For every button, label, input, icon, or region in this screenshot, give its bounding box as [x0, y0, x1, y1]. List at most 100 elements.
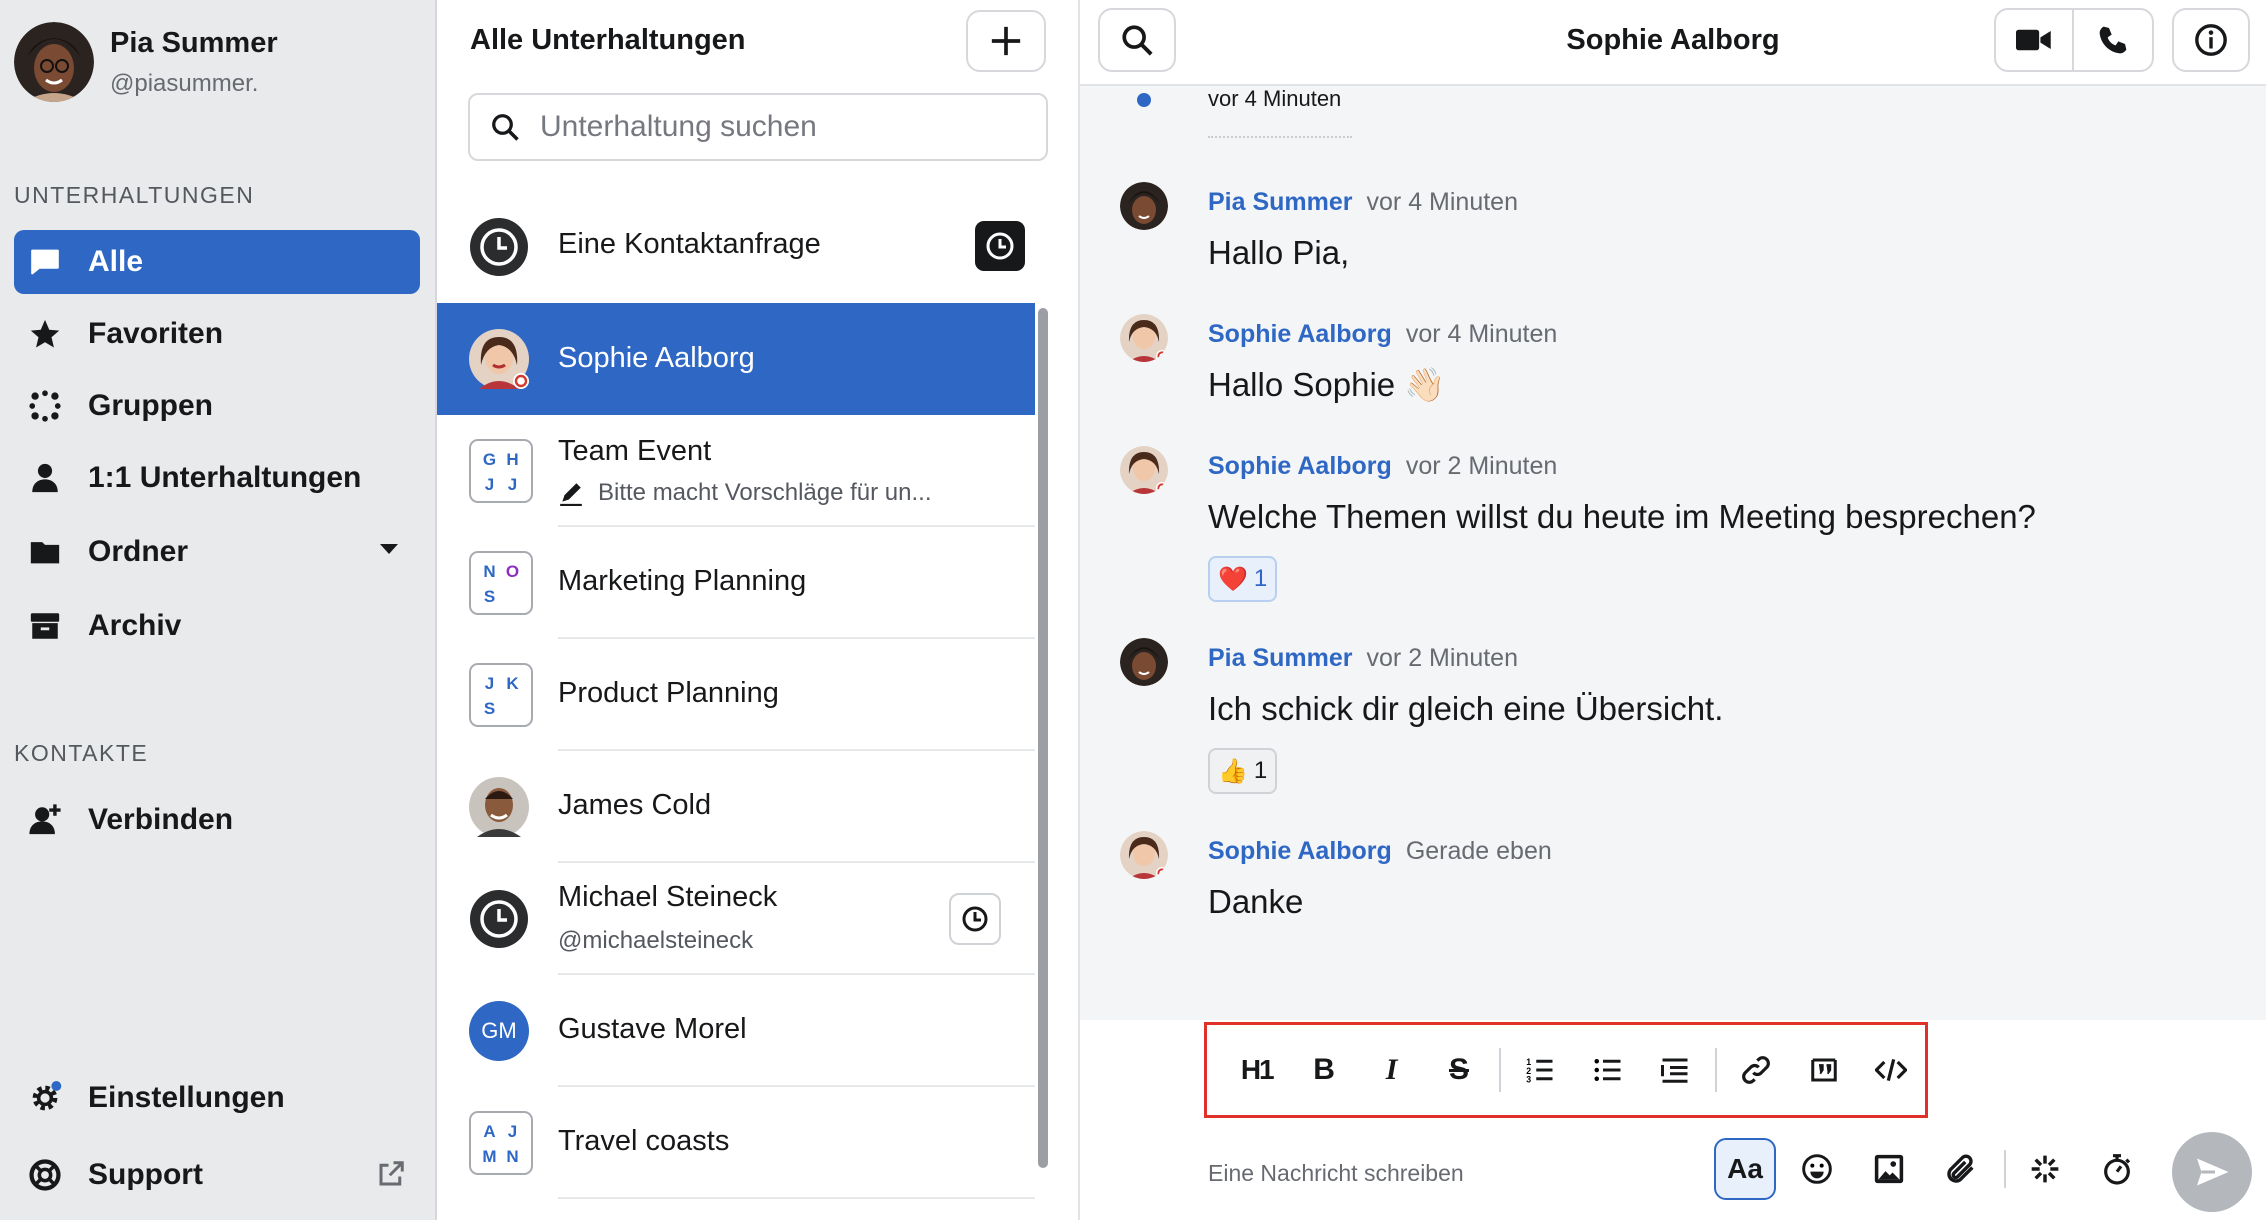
quote-button[interactable]	[1790, 1040, 1857, 1100]
pending-clock-badge-icon	[975, 221, 1025, 271]
user-avatar	[14, 22, 94, 102]
sidebar-item-label: Support	[88, 1158, 203, 1191]
chat-bubble-icon	[31, 249, 59, 275]
author-name[interactable]: Pia Summer	[1208, 644, 1353, 672]
list-item-marketing-planning[interactable]: NO S Marketing Planning	[437, 527, 1035, 639]
heading-button[interactable]: H1	[1223, 1040, 1290, 1100]
list-item-michael-steineck[interactable]: Michael Steineck @michaelsteineck	[437, 863, 1035, 975]
audio-call-button[interactable]	[2074, 10, 2152, 70]
chevron-down-icon[interactable]	[380, 544, 398, 554]
person-icon	[32, 463, 58, 493]
send-button[interactable]	[2172, 1132, 2252, 1212]
sidebar-item-ordner[interactable]: Ordner	[14, 520, 420, 584]
app-window: Pia Summer @piasummer. UNTERHALTUNGEN Al…	[0, 0, 2266, 1220]
attachment-button[interactable]	[1930, 1138, 1992, 1200]
list-item-gustave-morel[interactable]: GM Gustave Morel	[437, 975, 1035, 1087]
message-time: vor 2 Minuten	[1405, 452, 1558, 480]
author-avatar[interactable]	[1120, 638, 1168, 686]
list-item-team-event[interactable]: GH JJ Team Event Bitte macht Vorschläge …	[437, 415, 1035, 527]
video-call-button[interactable]	[1996, 10, 2075, 70]
sidebar-item-1-1[interactable]: 1:1 Unterhaltungen	[14, 446, 420, 510]
indent-button[interactable]	[1641, 1040, 1708, 1100]
code-icon	[1875, 1058, 1908, 1082]
sidebar-item-label: Ordner	[88, 535, 189, 568]
conversation-subtitle: @michaelsteineck	[558, 927, 754, 954]
bullet-list-icon	[1594, 1059, 1621, 1081]
sidebar-item-label: Alle	[88, 245, 144, 278]
sidebar-item-label: Archiv	[88, 609, 182, 642]
message-text: Ich schick dir gleich eine Übersicht.	[1208, 690, 1724, 727]
sidebar-item-gruppen[interactable]: Gruppen	[14, 374, 420, 438]
section-conversations-heading: UNTERHALTUNGEN	[14, 182, 255, 208]
author-name[interactable]: Pia Summer	[1208, 188, 1353, 216]
list-item-james-cold[interactable]: James Cold	[437, 751, 1035, 863]
sidebar-item-label: Verbinden	[88, 803, 234, 836]
message-time: vor 2 Minuten	[1366, 644, 1518, 672]
group-initials-avatar: JK S	[469, 663, 533, 727]
ping-button[interactable]	[2014, 1138, 2076, 1200]
conversation-title: Marketing Planning	[558, 565, 807, 597]
author-avatar[interactable]	[1120, 182, 1168, 230]
author-avatar[interactable]	[1120, 831, 1168, 879]
strikethrough-button[interactable]: S	[1425, 1040, 1492, 1100]
reaction-heart[interactable]: ❤️ 1	[1208, 556, 1278, 602]
conversation-title: Sophie Aalborg	[558, 342, 755, 374]
italic-button[interactable]: I	[1358, 1040, 1425, 1100]
image-button[interactable]	[1858, 1138, 1920, 1200]
ping-icon	[2031, 1155, 2059, 1183]
external-link-icon	[379, 1161, 404, 1186]
bold-button[interactable]: B	[1290, 1040, 1357, 1100]
group-initials-avatar: GH JJ	[469, 439, 533, 503]
list-item-travel-coasts[interactable]: AJ MN Travel coasts	[437, 1087, 1035, 1199]
list-item-sophie-aalborg[interactable]: Sophie Aalborg	[437, 303, 1035, 415]
search-placeholder: Unterhaltung suchen	[540, 110, 817, 143]
emoji-button[interactable]	[1786, 1138, 1848, 1200]
author-name[interactable]: Sophie Aalborg	[1208, 320, 1392, 348]
send-icon	[2197, 1158, 2229, 1186]
list-item-kontaktanfrage[interactable]: Eine Kontaktanfrage	[437, 191, 1035, 303]
link-button[interactable]	[1723, 1040, 1790, 1100]
video-camera-icon	[2016, 29, 2051, 51]
message-input[interactable]: Eine Nachricht schreiben	[1208, 1160, 1464, 1187]
list-scrollbar[interactable]	[1038, 308, 1048, 1168]
ordered-list-button[interactable]: 123	[1507, 1040, 1574, 1100]
message-composer: H1 B I S 123 Eine Nachricht schreiben Aa	[1080, 1020, 2266, 1220]
link-icon	[1742, 1056, 1771, 1084]
sidebar-item-verbinden[interactable]: Verbinden	[14, 788, 420, 852]
list-title: Alle Unterhaltungen	[470, 24, 746, 56]
list-item-product-planning[interactable]: JK S Product Planning	[437, 639, 1035, 751]
conversation-search[interactable]: Unterhaltung suchen	[468, 93, 1048, 161]
sidebar-item-archiv[interactable]: Archiv	[14, 594, 420, 658]
conversation-info-button[interactable]	[2172, 8, 2250, 72]
new-conversation-button[interactable]	[966, 10, 1046, 72]
reaction-thumbs-up[interactable]: 👍 1	[1208, 748, 1278, 794]
plus-icon	[991, 26, 1021, 56]
timed-message-button[interactable]	[2086, 1138, 2148, 1200]
indent-icon	[1661, 1058, 1688, 1083]
code-button[interactable]	[1858, 1040, 1925, 1100]
sidebar-item-einstellungen[interactable]: Einstellungen	[14, 1066, 420, 1130]
paperclip-icon	[1947, 1154, 1974, 1183]
message-header: Pia Summer vor 2 Minuten	[1208, 644, 1518, 673]
conversation-title: Eine Kontaktanfrage	[558, 228, 821, 260]
author-avatar[interactable]	[1120, 314, 1168, 362]
formatting-toolbar: H1 B I S 123	[1204, 1022, 1928, 1118]
user-profile[interactable]: Pia Summer @piasummer.	[14, 22, 278, 102]
message-time: Gerade eben	[1405, 837, 1552, 865]
sidebar-item-favoriten[interactable]: Favoriten	[14, 302, 420, 366]
sidebar-item-alle[interactable]: Alle	[14, 230, 420, 294]
sidebar-item-label: 1:1 Unterhaltungen	[88, 461, 362, 494]
group-initials-avatar: AJ MN	[469, 1111, 533, 1175]
formatting-toggle-button[interactable]: Aa	[1714, 1138, 1776, 1200]
archive-icon	[30, 613, 60, 639]
sidebar: Pia Summer @piasummer. UNTERHALTUNGEN Al…	[0, 0, 437, 1220]
message-text: Hallo Pia,	[1208, 234, 1350, 271]
author-name[interactable]: Sophie Aalborg	[1208, 452, 1392, 480]
author-name[interactable]: Sophie Aalborg	[1208, 837, 1392, 865]
svg-text:3: 3	[1527, 1075, 1532, 1085]
bullet-list-button[interactable]	[1574, 1040, 1641, 1100]
author-avatar[interactable]	[1120, 446, 1168, 494]
group-initials-avatar: NO S	[469, 551, 533, 615]
sidebar-item-support[interactable]: Support	[14, 1143, 420, 1207]
conversation-subtitle: Bitte macht Vorschläge für un...	[558, 479, 932, 507]
